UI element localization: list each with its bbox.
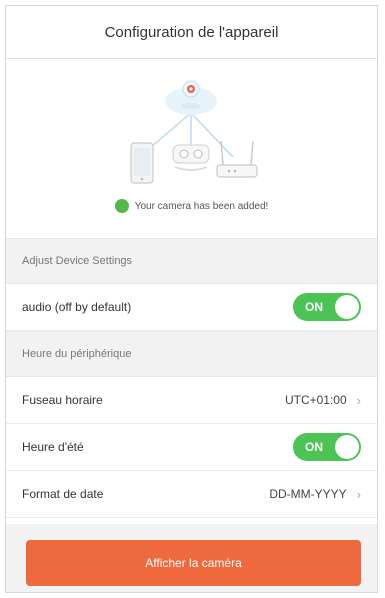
section-header-device-time: Heure du périphérique — [6, 331, 377, 377]
view-camera-label: Afficher la caméra — [145, 556, 242, 570]
dst-row: Heure d'été ON — [6, 424, 377, 471]
footer: Afficher la caméra — [6, 524, 377, 592]
devices-illustration — [130, 80, 258, 184]
section-title: Heure du périphérique — [22, 348, 132, 360]
hub-icon — [172, 144, 210, 171]
audio-toggle-state: ON — [305, 300, 323, 314]
check-icon — [114, 199, 130, 223]
toggle-knob — [335, 295, 359, 319]
chevron-right-icon: › — [356, 486, 361, 502]
section-title: Adjust Device Settings — [22, 255, 133, 267]
view-camera-button[interactable]: Afficher la caméra — [26, 540, 361, 586]
audio-toggle[interactable]: ON — [293, 293, 361, 321]
camera-icon — [165, 80, 217, 115]
dst-toggle-state: ON — [305, 440, 323, 454]
dst-label: Heure d'été — [22, 440, 84, 454]
title-bar: Configuration de l'appareil — [6, 6, 377, 59]
dst-toggle[interactable]: ON — [293, 433, 361, 461]
camera-added-message: Your camera has been added! — [6, 199, 377, 223]
phone-icon — [130, 142, 154, 184]
audio-label: audio (off by default) — [22, 300, 132, 314]
timezone-value: UTC+01:00 — [284, 393, 347, 407]
app-frame: Configuration de l'appareil Your camera … — [5, 5, 378, 593]
page-title: Configuration de l'appareil — [104, 23, 279, 41]
timezone-row[interactable]: Fuseau horaire UTC+01:00 › — [6, 377, 377, 424]
audio-setting-row: audio (off by default) ON — [6, 284, 377, 331]
camera-added-text: Your camera has been added! — [134, 200, 269, 212]
section-header-device-settings: Adjust Device Settings — [6, 238, 377, 284]
chevron-right-icon: › — [356, 392, 361, 408]
timezone-label: Fuseau horaire — [22, 393, 103, 407]
date-format-value: DD-MM-YYYY — [269, 487, 347, 501]
hero-illustration: Your camera has been added! — [6, 59, 377, 238]
date-format-label: Format de date — [22, 487, 104, 501]
date-format-row[interactable]: Format de date DD-MM-YYYY › — [6, 471, 377, 518]
toggle-knob — [335, 435, 359, 459]
